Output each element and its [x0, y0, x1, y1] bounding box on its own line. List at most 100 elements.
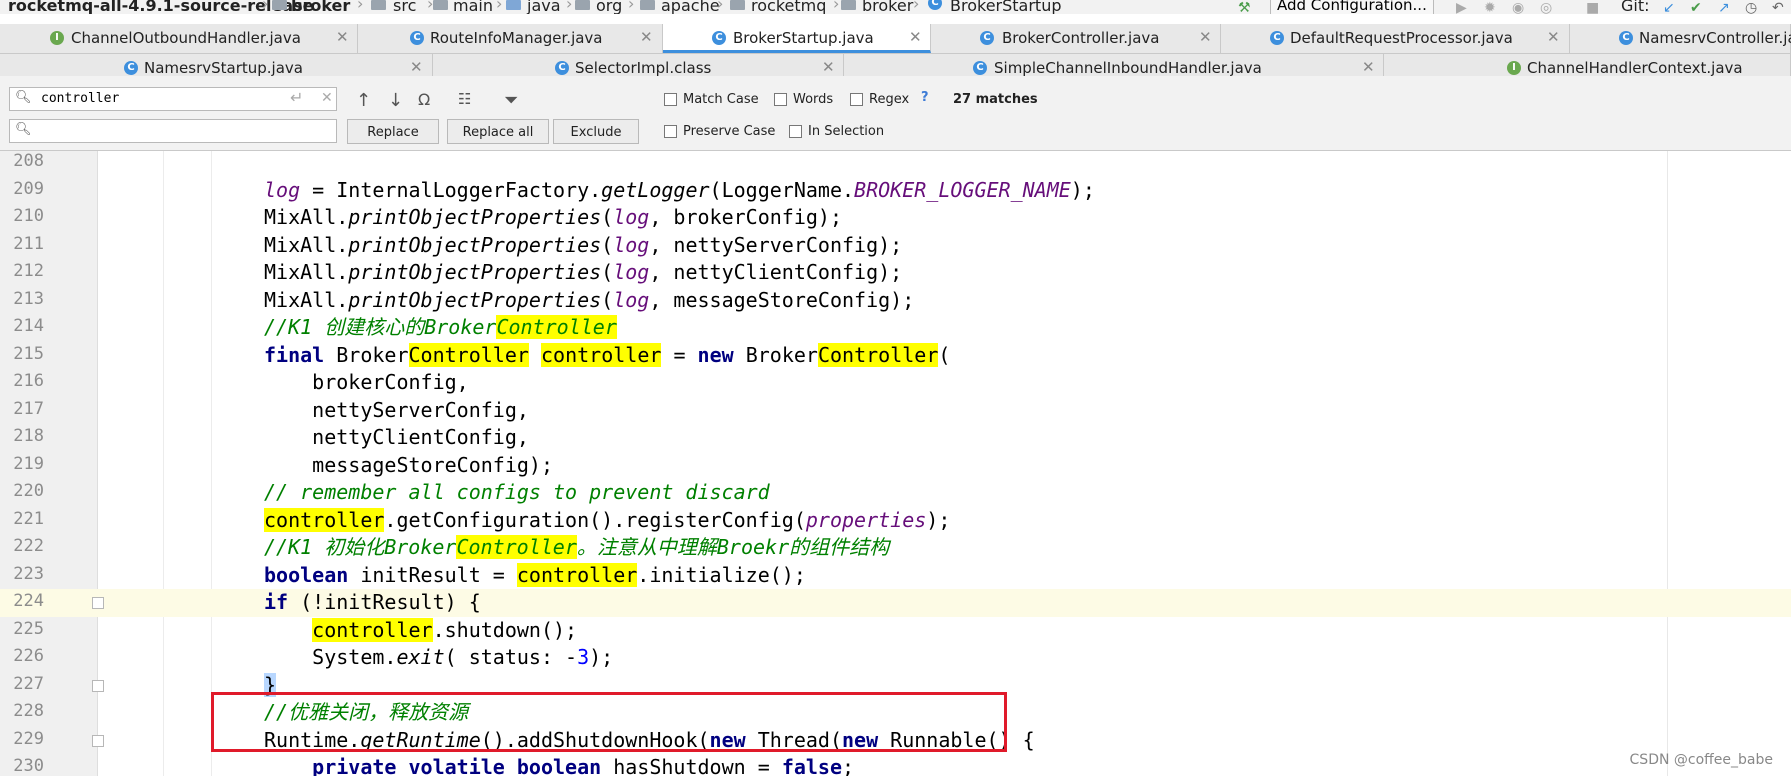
- match-case-checkbox[interactable]: [664, 93, 677, 106]
- git-update-icon[interactable]: ↙: [1663, 0, 1675, 14]
- line-number: 210: [13, 206, 44, 226]
- code-line[interactable]: 226 System.exit( status: -3);: [0, 644, 1791, 672]
- breadcrumb-item[interactable]: org: [596, 0, 622, 14]
- fold-marker-icon[interactable]: [92, 597, 104, 609]
- code-line[interactable]: 213 MixAll.printObjectProperties(log, mes…: [0, 287, 1791, 315]
- class-icon: C: [712, 31, 726, 45]
- code-editor[interactable]: 208 209 log = InternalLoggerFactory.getLog…: [0, 151, 1791, 776]
- clear-icon[interactable]: ✕: [321, 90, 333, 106]
- filter-icon[interactable]: ⏷: [504, 90, 518, 111]
- profile-icon[interactable]: ◎: [1540, 0, 1552, 14]
- code-line[interactable]: 214 //K1 创建核心的BrokerController: [0, 314, 1791, 342]
- coverage-icon[interactable]: ◉: [1512, 0, 1524, 14]
- tab-label: NamesrvStartup.java: [144, 59, 303, 77]
- rollback-icon[interactable]: ↶: [1772, 0, 1784, 14]
- code-text: MixAll.printObjectProperties(log, nettyS…: [264, 232, 903, 257]
- debug-icon[interactable]: ✹: [1484, 0, 1496, 14]
- replace-button[interactable]: Replace: [347, 119, 439, 144]
- code-line[interactable]: 218 nettyClientConfig,: [0, 424, 1791, 452]
- search-input[interactable]: controller: [41, 91, 119, 106]
- tab-broker-controller[interactable]: C BrokerController.java ✕: [931, 24, 1221, 53]
- line-number: 213: [13, 288, 44, 309]
- breadcrumb-item[interactable]: main: [453, 0, 493, 14]
- replace-field[interactable]: 🔍︎: [9, 119, 337, 143]
- folder-icon: [575, 0, 590, 10]
- code-line[interactable]: 219 messageStoreConfig);: [0, 452, 1791, 480]
- regex-checkbox[interactable]: [850, 93, 863, 106]
- new-line-icon[interactable]: ↵: [290, 88, 303, 107]
- code-text: private volatile boolean hasShutdown = f…: [312, 755, 855, 776]
- fold-marker-icon[interactable]: [92, 734, 104, 747]
- tab-route-info-manager[interactable]: C RouteInfoManager.java ✕: [358, 24, 663, 53]
- code-line[interactable]: 222 //K1 初始化BrokerController。注意从中理解Broekr…: [0, 534, 1791, 562]
- fold-marker-icon[interactable]: [92, 679, 104, 692]
- stop-icon[interactable]: ■: [1586, 0, 1599, 14]
- hammer-icon[interactable]: ⚒: [1238, 0, 1251, 14]
- line-number: 217: [13, 398, 44, 419]
- code-line[interactable]: 210 MixAll.printObjectProperties(log, bro…: [0, 204, 1791, 232]
- code-line[interactable]: 224 if (!initResult) {: [0, 589, 1791, 617]
- next-occurrence-icon[interactable]: ↓: [388, 90, 403, 111]
- close-icon[interactable]: ✕: [336, 28, 349, 46]
- line-number: 227: [13, 673, 44, 694]
- close-icon[interactable]: ✕: [410, 58, 423, 76]
- close-icon[interactable]: ✕: [822, 58, 835, 76]
- add-selection-icon[interactable]: ☷: [458, 90, 471, 108]
- git-push-icon[interactable]: ↗: [1718, 0, 1730, 14]
- code-line[interactable]: 212 MixAll.printObjectProperties(log, net…: [0, 259, 1791, 287]
- folder-icon: [433, 0, 448, 10]
- tab-label: BrokerController.java: [1002, 29, 1160, 47]
- class-icon: C: [1619, 31, 1633, 45]
- code-line[interactable]: 221 controller.getConfiguration().registe…: [0, 507, 1791, 535]
- class-icon: C: [1270, 31, 1284, 45]
- search-icon[interactable]: 🔍︎: [15, 122, 32, 137]
- replace-all-button[interactable]: Replace all: [447, 119, 549, 144]
- folder-icon: [640, 0, 655, 10]
- exclude-button[interactable]: Exclude: [553, 119, 639, 144]
- history-icon[interactable]: ◷: [1745, 0, 1757, 14]
- git-commit-icon[interactable]: ✔: [1690, 0, 1702, 14]
- tab-namesrv-controller[interactable]: C NamesrvController.java: [1570, 24, 1791, 53]
- code-line[interactable]: 215 final BrokerController controller = n…: [0, 342, 1791, 370]
- close-icon[interactable]: ✕: [1362, 58, 1375, 76]
- code-line[interactable]: 225 controller.shutdown();: [0, 617, 1791, 645]
- regex-help-icon[interactable]: ?: [921, 90, 929, 105]
- tab-broker-startup[interactable]: C BrokerStartup.java ✕: [663, 24, 931, 53]
- preserve-case-checkbox[interactable]: [664, 125, 677, 138]
- close-icon[interactable]: ✕: [909, 28, 922, 46]
- breadcrumb-item[interactable]: BrokerStartup: [950, 0, 1062, 14]
- tab-channel-outbound-handler[interactable]: I ChannelOutboundHandler.java ✕: [0, 24, 358, 53]
- code-line[interactable]: 211 MixAll.printObjectProperties(log, net…: [0, 232, 1791, 260]
- line-number: 222: [13, 536, 44, 556]
- close-icon[interactable]: ✕: [640, 28, 653, 46]
- breadcrumb-item[interactable]: rocketmq: [751, 0, 826, 14]
- breadcrumb-separator: ›: [717, 0, 724, 13]
- code-line[interactable]: 217 nettyServerConfig,: [0, 397, 1791, 425]
- add-configuration-button[interactable]: Add Configuration...: [1270, 0, 1434, 14]
- breadcrumb-item[interactable]: src: [393, 0, 416, 14]
- close-icon[interactable]: ✕: [1199, 28, 1212, 46]
- tab-default-request-processor[interactable]: C DefaultRequestProcessor.java ✕: [1221, 24, 1570, 53]
- breadcrumb-item[interactable]: broker: [291, 0, 350, 14]
- tab-label: DefaultRequestProcessor.java: [1290, 29, 1513, 47]
- code-line[interactable]: 209 log = InternalLoggerFactory.getLogger…: [0, 177, 1791, 205]
- code-line[interactable]: 230 private volatile boolean hasShutdown…: [0, 754, 1791, 776]
- breadcrumb-item[interactable]: broker: [862, 0, 913, 14]
- select-all-occurrences-icon[interactable]: Ω: [418, 90, 430, 109]
- search-field[interactable]: 🔍︎ controller ↵ ✕: [9, 87, 337, 111]
- run-icon[interactable]: ▶: [1456, 0, 1467, 14]
- words-checkbox[interactable]: [774, 93, 787, 106]
- search-icon[interactable]: 🔍︎: [15, 90, 32, 105]
- close-icon[interactable]: ✕: [1547, 28, 1560, 46]
- breadcrumb-item[interactable]: apache: [661, 0, 720, 14]
- code-line[interactable]: 220 // remember all configs to prevent di…: [0, 479, 1791, 507]
- annotation-highlight-box: [211, 692, 1007, 752]
- line-number: 214: [13, 316, 44, 336]
- code-line[interactable]: 208: [0, 151, 1791, 177]
- in-selection-checkbox[interactable]: [789, 125, 802, 138]
- tab-label: SimpleChannelInboundHandler.java: [994, 59, 1262, 77]
- previous-occurrence-icon[interactable]: ↑: [356, 90, 371, 111]
- breadcrumb-item[interactable]: java: [527, 0, 561, 14]
- code-line[interactable]: 223 boolean initResult = controller.initi…: [0, 562, 1791, 590]
- code-line[interactable]: 216 brokerConfig,: [0, 369, 1791, 397]
